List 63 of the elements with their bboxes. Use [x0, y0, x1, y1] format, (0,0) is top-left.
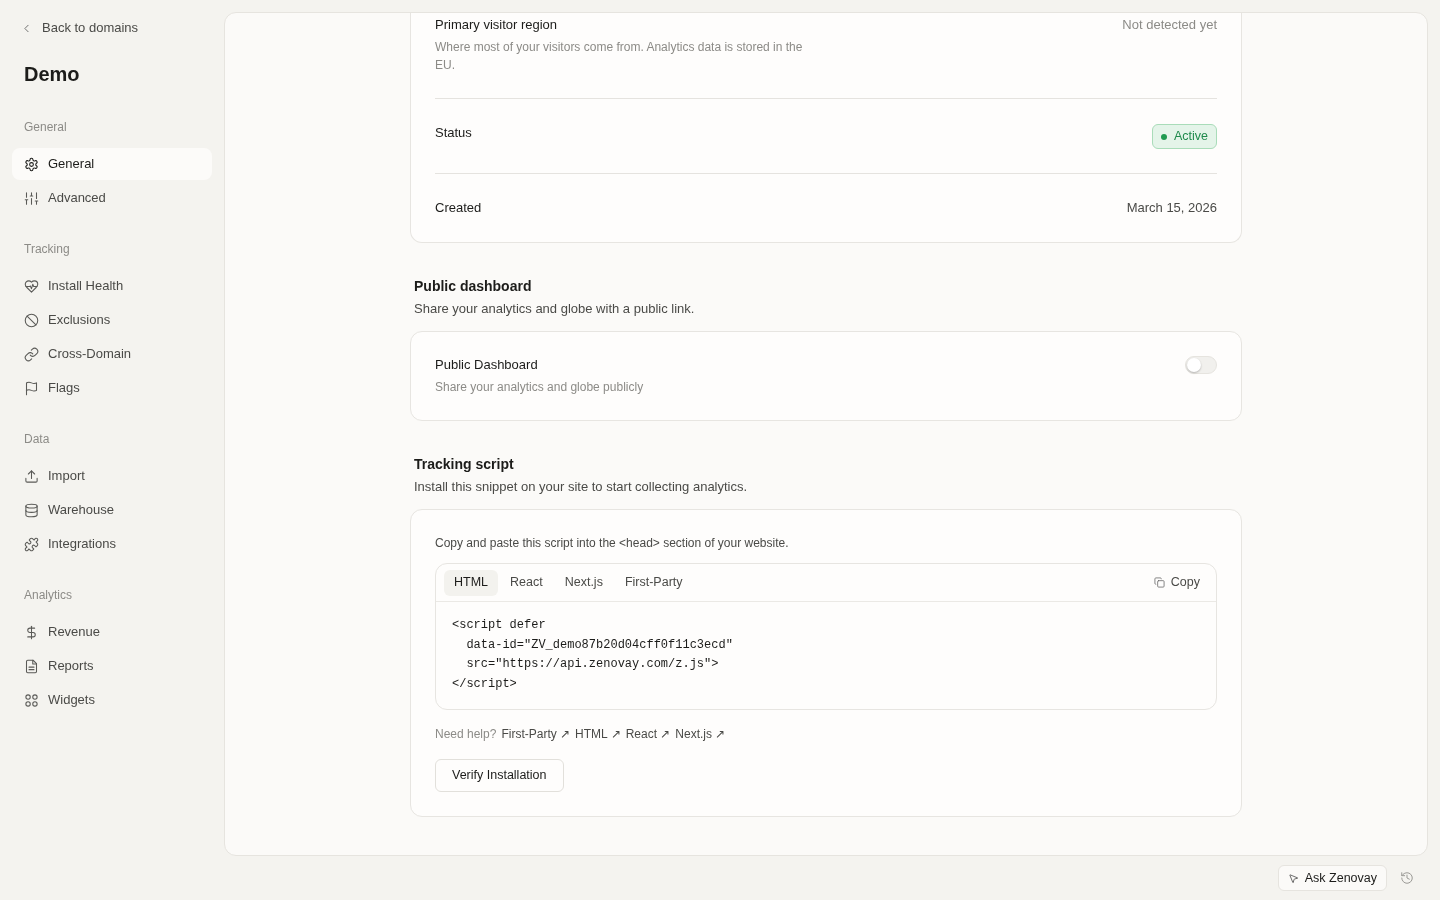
code-snippet: <script defer data-id="ZV_demo87b20d04cff0f11c3ecd" src="https://api.zenovay.com/z.js"> </script> — [451, 617, 734, 693]
heart-pulse-icon — [24, 278, 39, 294]
section-description: Install this snippet on your site to start collecting analytics. — [414, 478, 748, 496]
sidebar-item[interactable]: Reports — [12, 650, 212, 682]
copy-button[interactable]: Copy — [1145, 569, 1208, 596]
help-link[interactable]: HTML ↗ — [575, 725, 621, 743]
cursor-icon — [1287, 872, 1299, 884]
section-heading: Public dashboard — [414, 277, 532, 296]
document-icon — [24, 658, 39, 674]
help-label: Need help? — [435, 726, 497, 743]
status-dot-icon — [1160, 133, 1167, 140]
ask-assistant-button[interactable]: Ask Zenovay — [1277, 865, 1387, 891]
row-value: Not detected yet — [1122, 16, 1217, 34]
section-label: Analytics — [24, 587, 73, 603]
flag-icon — [24, 380, 39, 396]
sidebar-item[interactable]: Advanced — [12, 182, 212, 214]
code-tab[interactable]: First-Party — [614, 569, 693, 596]
setting-label: Public Dashboard — [435, 356, 539, 374]
instruction-text: Copy and paste this script into the <head> section of your website. — [435, 535, 790, 552]
sidebar-item[interactable]: Exclusions — [12, 304, 212, 336]
section-description: Share your analytics and globe with a public link. — [414, 300, 695, 318]
section-label: Tracking — [24, 241, 70, 257]
section-label: Data — [24, 431, 50, 447]
section-heading: Tracking script — [414, 455, 514, 474]
sliders-icon — [24, 190, 39, 206]
code-tab[interactable]: React — [500, 569, 553, 596]
row-label: Created — [435, 199, 482, 217]
back-link[interactable]: Back to domains — [20, 18, 139, 38]
sidebar-item[interactable]: Widgets — [12, 684, 212, 716]
grid-icon — [24, 692, 39, 708]
verify-button[interactable]: Verify Installation — [435, 759, 564, 792]
help-link[interactable]: Next.js ↗ — [675, 725, 726, 743]
code-tab[interactable]: HTML — [444, 569, 499, 596]
domain-title: Demo — [24, 62, 80, 87]
section-label: General — [24, 119, 67, 135]
toggle-switch[interactable] — [1185, 356, 1217, 374]
row-description: Where most of your visitors come from. Analytics data is stored in the EU. — [435, 39, 804, 74]
upload-icon — [24, 468, 39, 484]
row-value: March 15, 2026 — [1126, 199, 1217, 217]
sidebar-item[interactable]: Install Health — [12, 270, 212, 302]
row-label: Primary visitor region — [435, 16, 559, 34]
setting-description: Share your analytics and globe publicly — [435, 379, 644, 396]
history-button[interactable] — [1399, 870, 1415, 886]
history-icon — [1400, 871, 1414, 885]
sidebar-item[interactable]: Revenue — [12, 616, 212, 648]
puzzle-icon — [24, 536, 39, 552]
sidebar-item[interactable]: General — [12, 148, 212, 180]
dollar-icon — [24, 624, 39, 640]
code-tab[interactable]: Next.js — [554, 569, 613, 596]
help-link[interactable]: First-Party ↗ — [501, 725, 571, 743]
prohibited-icon — [24, 312, 39, 328]
help-link[interactable]: React ↗ — [625, 725, 671, 743]
sidebar-item[interactable]: Cross-Domain — [12, 338, 212, 370]
sidebar-item[interactable]: Import — [12, 460, 212, 492]
copy-icon — [1153, 577, 1165, 588]
database-icon — [24, 502, 39, 518]
settings-icon — [24, 156, 39, 172]
link-icon — [24, 346, 39, 362]
row-label: Status — [435, 124, 472, 142]
status-badge: Active — [1151, 124, 1217, 149]
sidebar-item[interactable]: Integrations — [12, 528, 212, 560]
sidebar-item[interactable]: Warehouse — [12, 494, 212, 526]
sidebar-item[interactable]: Flags — [12, 372, 212, 404]
